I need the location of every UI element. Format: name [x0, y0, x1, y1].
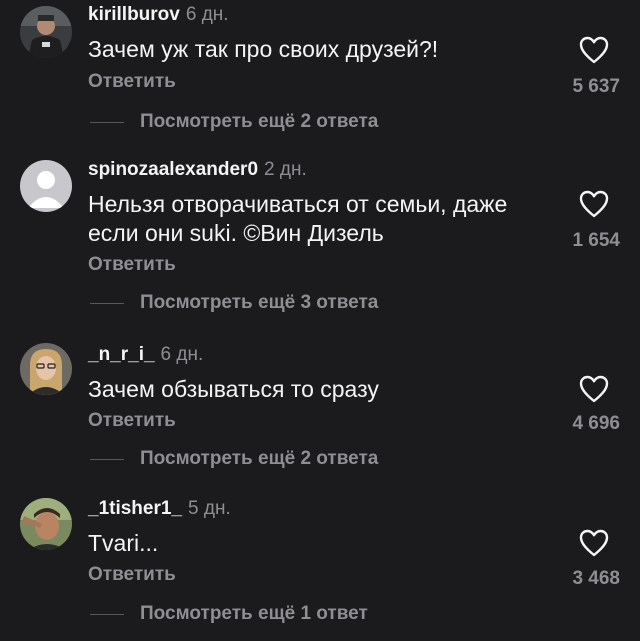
avatar[interactable]: [20, 343, 72, 395]
view-more-replies-button[interactable]: Посмотреть ещё 3 ответа: [90, 291, 378, 315]
username[interactable]: spinozaalexander0: [88, 159, 258, 180]
divider-line: [90, 458, 124, 460]
username[interactable]: _1tisher1_: [88, 498, 182, 519]
comment-text: Зачем уж так про своих друзей?!: [88, 36, 439, 62]
heart-outline-icon[interactable]: [579, 36, 609, 64]
heart-outline-icon[interactable]: [579, 190, 609, 218]
comment-text: Tvari...: [88, 530, 159, 556]
view-more-replies-button[interactable]: Посмотреть ещё 1 ответ: [90, 602, 368, 626]
view-more-replies-button[interactable]: Посмотреть ещё 2 ответа: [90, 110, 378, 134]
reply-button[interactable]: Ответить: [88, 409, 176, 433]
comment-age: 6 дн.: [185, 4, 229, 25]
view-more-replies-label: Посмотреть ещё 3 ответа: [140, 292, 379, 313]
heart-outline-icon[interactable]: [579, 375, 609, 403]
comment-age: 6 дн.: [160, 344, 204, 365]
divider-line: [90, 613, 124, 615]
view-more-replies-label: Посмотреть ещё 1 ответ: [140, 603, 368, 624]
comment-text: Зачем обзываться то сразу: [88, 376, 379, 402]
view-more-replies-label: Посмотреть ещё 2 ответа: [140, 448, 379, 469]
divider-line: [90, 121, 124, 123]
reply-button[interactable]: Ответить: [88, 253, 176, 277]
comment-header: kirillburov 6 дн.: [88, 3, 229, 27]
comment-header: _n_r_i_ 6 дн.: [88, 343, 203, 367]
reply-button[interactable]: Ответить: [88, 563, 176, 587]
default-user-avatar-icon[interactable]: [20, 160, 72, 212]
username[interactable]: kirillburov: [88, 4, 180, 25]
divider-line: [90, 302, 124, 304]
avatar[interactable]: [20, 498, 72, 550]
like-count: 3 468: [572, 568, 620, 589]
avatar[interactable]: [20, 6, 72, 58]
like-count: 4 696: [572, 413, 620, 434]
reply-button[interactable]: Ответить: [88, 70, 176, 94]
comment-age: 5 дн.: [188, 498, 231, 519]
view-more-replies-button[interactable]: Посмотреть ещё 2 ответа: [90, 447, 378, 471]
heart-outline-icon[interactable]: [579, 529, 609, 557]
like-count: 5 637: [572, 76, 620, 97]
like-count: 1 654: [572, 230, 620, 251]
comment-header: spinozaalexander0 2 дн.: [88, 158, 307, 182]
comment-header: _1tisher1_ 5 дн.: [88, 497, 231, 521]
username[interactable]: _n_r_i_: [88, 344, 155, 365]
view-more-replies-label: Посмотреть ещё 2 ответа: [140, 111, 379, 132]
comment-text: Нельзя отворачиваться от семьи, даже есл…: [88, 191, 508, 246]
comment-age: 2 дн.: [264, 159, 307, 180]
